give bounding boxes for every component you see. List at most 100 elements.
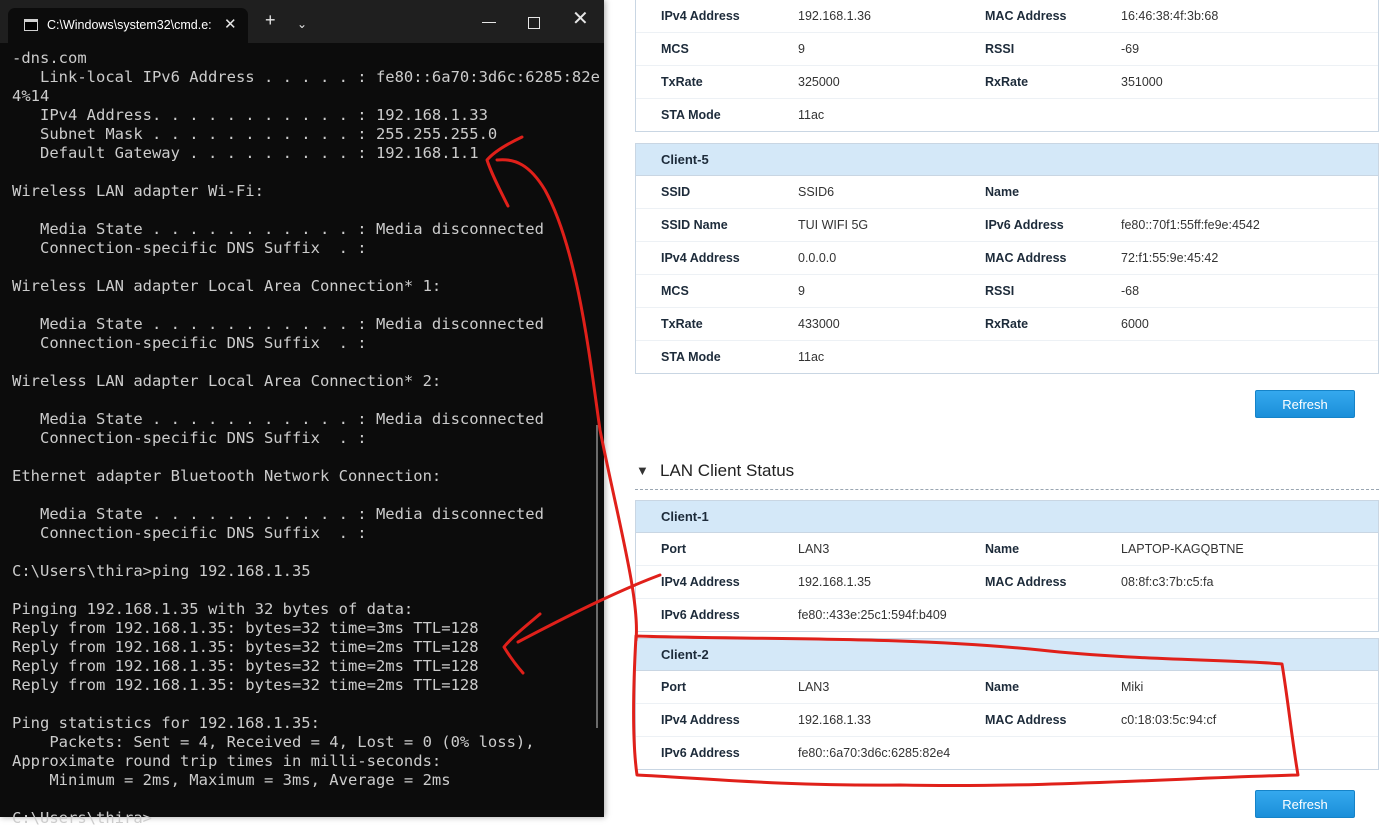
console-line: Wireless LAN adapter Local Area Connecti… bbox=[12, 277, 442, 295]
console-line: Ping statistics for 192.168.1.35: bbox=[12, 714, 320, 732]
field-label: Port bbox=[661, 542, 686, 556]
tab-close-icon[interactable]: ✕ bbox=[224, 15, 237, 33]
field-label: IPv4 Address bbox=[661, 9, 740, 23]
console-output[interactable]: -dns.com Link-local IPv6 Address . . . .… bbox=[12, 49, 600, 828]
console-line: Packets: Sent = 4, Received = 4, Lost = … bbox=[12, 733, 535, 751]
client-row: IPv6 Address fe80::433e:25c1:594f:b409 bbox=[636, 599, 1378, 631]
field-label: TxRate bbox=[661, 317, 703, 331]
chevron-down-icon[interactable]: ⌄ bbox=[297, 14, 307, 34]
field-value: 11ac bbox=[798, 350, 825, 364]
console-line: Media State . . . . . . . . . . . : Medi… bbox=[12, 505, 544, 523]
client-title: Client-1 bbox=[636, 501, 1378, 533]
field-value: LAN3 bbox=[798, 542, 830, 556]
field-value: 08:8f:c3:7b:c5:fa bbox=[1121, 575, 1214, 589]
field-value: -68 bbox=[1121, 284, 1140, 298]
console-line: Approximate round trip times in milli-se… bbox=[12, 752, 442, 770]
console-line: Connection-specific DNS Suffix . : bbox=[12, 334, 367, 352]
field-value: 192.168.1.33 bbox=[798, 713, 871, 727]
console-line: Ethernet adapter Bluetooth Network Conne… bbox=[12, 467, 442, 485]
maximize-icon[interactable] bbox=[528, 17, 540, 29]
client-title: Client-5 bbox=[636, 144, 1378, 176]
minimize-icon[interactable] bbox=[482, 22, 496, 23]
client-row: IPv4 Address 0.0.0.0 MAC Address 72:f1:55:9… bbox=[636, 242, 1378, 275]
client-row: Port LAN3 Name LAPTOP-KAGQBTNE bbox=[636, 533, 1378, 566]
console-line: -dns.com bbox=[12, 49, 87, 67]
field-label: MCS bbox=[661, 42, 689, 56]
field-label: Name bbox=[985, 542, 1020, 556]
collapse-triangle-icon[interactable]: ▼ bbox=[636, 463, 649, 478]
field-label: MAC Address bbox=[985, 251, 1067, 265]
field-label: IPv6 Address bbox=[661, 608, 740, 622]
field-value: fe80::70f1:55ff:fe9e:4542 bbox=[1121, 218, 1260, 232]
field-label: SSID Name bbox=[661, 218, 728, 232]
terminal-tab[interactable]: C:\Windows\system32\cmd.e: ✕ bbox=[8, 8, 248, 43]
field-label: RSSI bbox=[985, 42, 1015, 56]
client-row: IPv4 Address 192.168.1.33 MAC Address c0:18… bbox=[636, 704, 1378, 737]
client-row: SSID SSID6 Name bbox=[636, 176, 1378, 209]
console-line: Pinging 192.168.1.35 with 32 bytes of da… bbox=[12, 600, 414, 618]
console-line: Media State . . . . . . . . . . . : Medi… bbox=[12, 220, 544, 238]
tab-title: C:\Windows\system32\cmd.e: bbox=[47, 18, 212, 32]
field-value: c0:18:03:5c:94:cf bbox=[1121, 713, 1217, 727]
field-label: STA Mode bbox=[661, 350, 721, 364]
field-label: STA Mode bbox=[661, 108, 721, 122]
command-prompt-window[interactable]: C:\Windows\system32\cmd.e: ✕ + ⌄ ✕ -dns.… bbox=[0, 0, 604, 827]
field-label: MAC Address bbox=[985, 9, 1067, 23]
field-label: IPv4 Address bbox=[661, 251, 740, 265]
console-scrollbar[interactable] bbox=[596, 425, 598, 728]
client-row: STA Mode 11ac bbox=[636, 99, 1378, 131]
field-value: 433000 bbox=[798, 317, 840, 331]
client-row: SSID Name TUI WIFI 5G IPv6 Address fe80::70… bbox=[636, 209, 1378, 242]
client-rows: Port LAN3 Name LAPTOP-KAGQBTNE IPv4 Address 1… bbox=[636, 533, 1378, 631]
console-line: IPv4 Address. . . . . . . . . . . : 192.… bbox=[12, 106, 488, 124]
console-line: Default Gateway . . . . . . . . . : 192.… bbox=[12, 144, 479, 162]
field-label: IPv6 Address bbox=[661, 746, 740, 760]
field-value: fe80::6a70:3d6c:6285:82e4 bbox=[798, 746, 951, 760]
console-line: Connection-specific DNS Suffix . : bbox=[12, 429, 367, 447]
field-value: LAN3 bbox=[798, 680, 830, 694]
client-rows: IPv4 Address 192.168.1.36 MAC Address 16:46… bbox=[636, 0, 1378, 131]
field-label: MAC Address bbox=[985, 575, 1067, 589]
client-rows: Port LAN3 Name Miki IPv4 Address 192.168.1.33… bbox=[636, 671, 1378, 769]
field-value: 192.168.1.36 bbox=[798, 9, 871, 23]
client-row: IPv4 Address 192.168.1.36 MAC Address 16:46… bbox=[636, 0, 1378, 33]
console-line: Reply from 192.168.1.35: bytes=32 time=2… bbox=[12, 676, 479, 694]
console-line: Media State . . . . . . . . . . . : Medi… bbox=[12, 315, 544, 333]
field-label: Name bbox=[985, 185, 1020, 199]
field-label: Port bbox=[661, 680, 686, 694]
console-line: Reply from 192.168.1.35: bytes=32 time=3… bbox=[12, 619, 479, 637]
close-icon[interactable]: ✕ bbox=[572, 9, 589, 29]
field-value: fe80::433e:25c1:594f:b409 bbox=[798, 608, 947, 622]
console-line: Wireless LAN adapter Local Area Connecti… bbox=[12, 372, 442, 390]
wlan-client-table-previous: IPv4 Address 192.168.1.36 MAC Address 16:46… bbox=[635, 0, 1379, 132]
wlan-refresh-button[interactable]: Refresh bbox=[1255, 390, 1355, 418]
field-value: 72:f1:55:9e:45:42 bbox=[1121, 251, 1219, 265]
lan-client-status-header[interactable]: ▼ LAN Client Status bbox=[635, 459, 1379, 490]
field-value: 351000 bbox=[1121, 75, 1163, 89]
lan-refresh-button[interactable]: Refresh bbox=[1255, 790, 1355, 818]
console-line: Wireless LAN adapter Wi-Fi: bbox=[12, 182, 264, 200]
field-label: IPv6 Address bbox=[985, 218, 1064, 232]
client-title: Client-2 bbox=[636, 639, 1378, 671]
client-row: STA Mode 11ac bbox=[636, 341, 1378, 373]
field-label: MCS bbox=[661, 284, 689, 298]
console-line: Reply from 192.168.1.35: bytes=32 time=2… bbox=[12, 638, 479, 656]
field-value: 0.0.0.0 bbox=[798, 251, 837, 265]
field-value: 16:46:38:4f:3b:68 bbox=[1121, 9, 1219, 23]
field-value: -69 bbox=[1121, 42, 1140, 56]
window-titlebar[interactable]: C:\Windows\system32\cmd.e: ✕ + ⌄ ✕ bbox=[0, 0, 604, 43]
console-line: Link-local IPv6 Address . . . . . : fe80… bbox=[12, 68, 600, 86]
field-value: Miki bbox=[1121, 680, 1144, 694]
new-tab-button[interactable]: + bbox=[265, 10, 276, 30]
client-row: IPv6 Address fe80::6a70:3d6c:6285:82e4 bbox=[636, 737, 1378, 769]
console-line: C:\Users\thira> bbox=[12, 809, 152, 827]
console-line: C:\Users\thira>ping 192.168.1.35 bbox=[12, 562, 311, 580]
